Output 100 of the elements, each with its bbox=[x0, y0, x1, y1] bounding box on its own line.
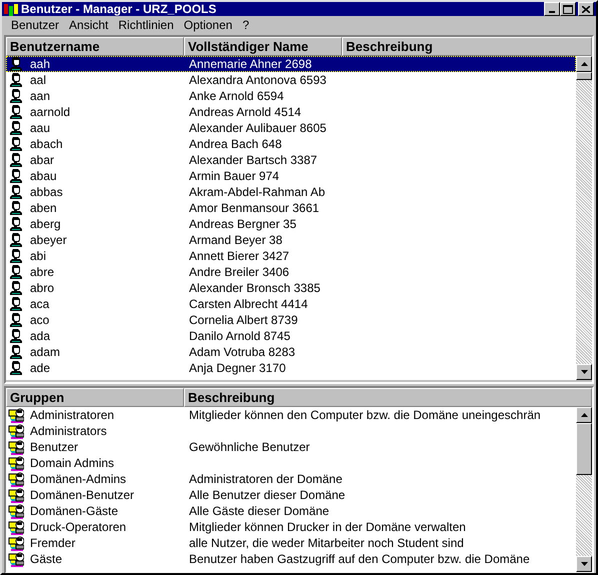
column-header[interactable]: Vollständiger Name bbox=[184, 37, 342, 56]
username-cell: adam bbox=[30, 345, 60, 359]
maximize-button[interactable] bbox=[560, 2, 576, 16]
menu-item[interactable]: Richtlinien bbox=[113, 18, 179, 32]
person-icon bbox=[8, 168, 24, 184]
username-cell: aco bbox=[30, 313, 50, 327]
person-icon bbox=[8, 344, 24, 360]
column-header[interactable]: Beschreibung bbox=[184, 388, 592, 407]
full-name-cell-text: Carsten Albrecht 4414 bbox=[188, 297, 309, 311]
username-cell: ada bbox=[30, 329, 50, 343]
full-name-cell-text: Andreas Bergner 35 bbox=[188, 217, 298, 231]
username-cell: abre bbox=[30, 265, 54, 279]
group-icon bbox=[8, 487, 24, 503]
group-name-cell: Administrators bbox=[30, 424, 107, 438]
person-icon bbox=[8, 264, 24, 280]
description-cell-text: Mitglieder können Drucker in der Domäne verwalten bbox=[188, 520, 467, 534]
full-name-cell-text: Annemarie Ahner 2698 bbox=[188, 57, 313, 71]
group-icon bbox=[8, 503, 24, 519]
full-name-cell-text: Alexander Bronsch 3385 bbox=[188, 281, 322, 295]
person-icon bbox=[8, 88, 24, 104]
username-cell: aal bbox=[30, 73, 46, 87]
column-header[interactable]: Gruppen bbox=[6, 388, 184, 407]
username-cell: abau bbox=[30, 169, 57, 183]
username-cell: abeyer bbox=[30, 233, 67, 247]
group-icon bbox=[8, 439, 24, 455]
username-cell: abbas bbox=[30, 185, 63, 199]
person-icon bbox=[8, 248, 24, 264]
full-name-cell-text: Alexander Aulibauer 8605 bbox=[188, 121, 328, 135]
group-name-cell: Domain Admins bbox=[30, 456, 114, 470]
full-name-cell-text: Danilo Arnold 8745 bbox=[188, 329, 292, 343]
description-cell-text: Benutzer haben Gastzugriff auf den Computer bzw. die Domäne bbox=[188, 552, 531, 566]
person-icon bbox=[8, 312, 24, 328]
person-icon bbox=[8, 184, 24, 200]
person-icon bbox=[8, 200, 24, 216]
maximize-icon bbox=[563, 4, 573, 14]
username-cell: abi bbox=[30, 249, 46, 263]
group-name-cell: Domänen-Gäste bbox=[30, 504, 118, 518]
scroll-bar[interactable] bbox=[576, 56, 592, 380]
description-cell-text: alle Nutzer, die weder Mitarbeiter noch Student sind bbox=[188, 536, 465, 550]
description-cell-text: Mitglieder können den Computer bzw. die Domäne uneingeschrän bbox=[188, 408, 542, 422]
group-name-cell: Administratoren bbox=[30, 408, 114, 422]
person-icon bbox=[8, 216, 24, 232]
scroll-thumb[interactable] bbox=[576, 72, 592, 80]
scroll-bar[interactable] bbox=[576, 407, 592, 572]
full-name-cell-text: Andreas Arnold 4514 bbox=[188, 105, 302, 119]
person-icon bbox=[8, 152, 24, 168]
down-arrow-icon bbox=[580, 370, 588, 374]
full-name-cell-text: Amor Benmansour 3661 bbox=[188, 201, 320, 215]
column-header[interactable]: Beschreibung bbox=[342, 37, 592, 56]
full-name-cell-text: Andre Breiler 3406 bbox=[188, 265, 290, 279]
username-cell: ade bbox=[30, 361, 50, 375]
group-icon bbox=[8, 535, 24, 551]
group-name-cell: Domänen-Admins bbox=[30, 472, 126, 486]
close-button[interactable] bbox=[578, 2, 594, 16]
full-name-cell-text: Armin Bauer 974 bbox=[188, 169, 280, 183]
app-icon bbox=[4, 2, 18, 16]
username-cell: abach bbox=[30, 137, 63, 151]
username-cell: aarnold bbox=[30, 105, 70, 119]
description-cell-text: Administratoren der Domäne bbox=[188, 472, 344, 486]
person-icon bbox=[8, 296, 24, 312]
group-icon bbox=[8, 407, 24, 423]
description-cell-text: Alle Gäste dieser Domäne bbox=[188, 504, 330, 518]
group-icon bbox=[8, 551, 24, 567]
close-icon bbox=[582, 6, 590, 12]
full-name-cell-text: Annett Bierer 3427 bbox=[188, 249, 290, 263]
selected-row[interactable]: aah Annemarie Ahner 2698 bbox=[6, 56, 576, 72]
group-icon bbox=[8, 455, 24, 471]
username-cell: aben bbox=[30, 201, 57, 215]
person-icon bbox=[8, 360, 24, 376]
up-arrow-icon bbox=[580, 62, 588, 66]
menu-item[interactable]: Benutzer bbox=[6, 18, 64, 32]
minimize-button[interactable] bbox=[544, 2, 560, 16]
person-icon bbox=[8, 136, 24, 152]
up-arrow-icon bbox=[580, 413, 588, 417]
person-icon bbox=[8, 104, 24, 120]
scroll-thumb[interactable] bbox=[576, 423, 592, 475]
group-name-cell: Druck-Operatoren bbox=[30, 520, 126, 534]
group-name-cell: Gäste bbox=[30, 552, 62, 566]
username-cell: aberg bbox=[30, 217, 61, 231]
full-name-cell-text: Anke Arnold 6594 bbox=[188, 89, 285, 103]
menu-item[interactable]: ? bbox=[237, 18, 254, 32]
group-name-cell: Domänen-Benutzer bbox=[30, 488, 134, 502]
username-cell: abar bbox=[30, 153, 54, 167]
description-cell-text: Gewöhnliche Benutzer bbox=[188, 440, 311, 454]
full-name-cell-text: Alexander Bartsch 3387 bbox=[188, 153, 318, 167]
username-cell: abro bbox=[30, 281, 54, 295]
full-name-cell-text: Alexandra Antonova 6593 bbox=[188, 73, 328, 87]
full-name-cell-text: Andrea Bach 648 bbox=[188, 137, 283, 151]
menu-item[interactable]: Ansicht bbox=[64, 18, 114, 32]
menu-item[interactable]: Optionen bbox=[178, 18, 238, 32]
column-header[interactable]: Benutzername bbox=[6, 37, 184, 56]
person-icon bbox=[8, 56, 24, 72]
username-cell: aan bbox=[30, 89, 50, 103]
window-title: Benutzer - Manager - URZ_POOLS bbox=[21, 2, 218, 16]
full-name-cell-text: Cornelia Albert 8739 bbox=[188, 313, 299, 327]
person-icon bbox=[8, 280, 24, 296]
group-icon bbox=[8, 471, 24, 487]
down-arrow-icon bbox=[580, 562, 588, 566]
group-icon bbox=[8, 423, 24, 439]
username-cell: aca bbox=[30, 297, 50, 311]
